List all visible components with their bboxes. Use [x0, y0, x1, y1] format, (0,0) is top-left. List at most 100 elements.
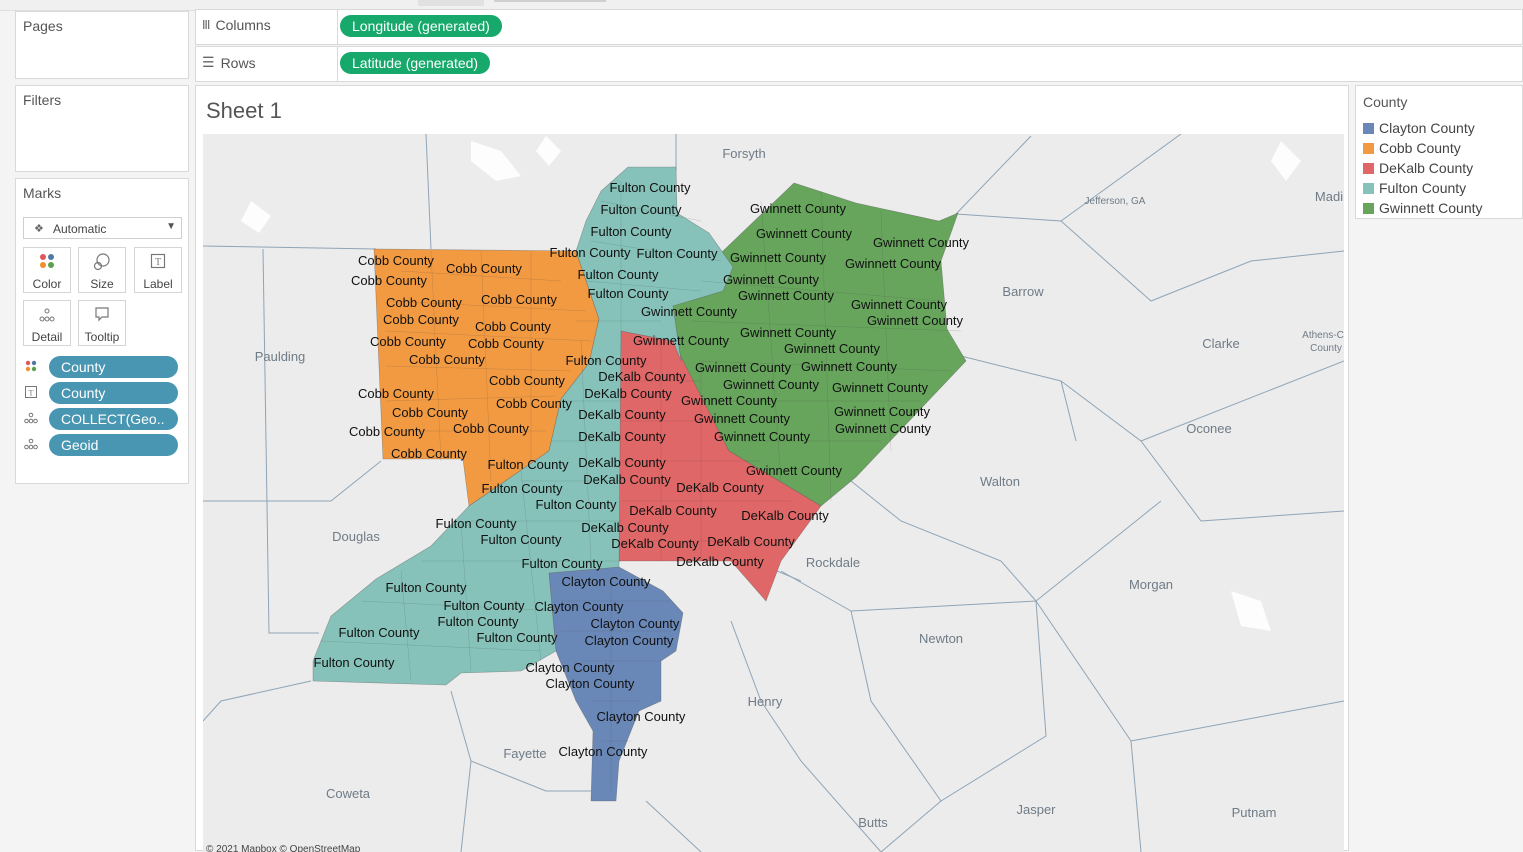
county-label: Fulton County: [339, 625, 420, 640]
legend-label: Cobb County: [1379, 140, 1461, 156]
color-button[interactable]: Color: [23, 247, 71, 293]
county-label: Fulton County: [522, 556, 603, 571]
county-label: Fulton County: [610, 180, 691, 195]
rows-label-text: Rows: [220, 54, 256, 71]
marks-title: Marks: [23, 185, 62, 201]
detail-icon: [23, 438, 39, 452]
county-label: Cobb County: [392, 405, 468, 420]
label-icon: T: [23, 386, 39, 400]
county-label: DeKalb County: [578, 455, 666, 470]
label-icon: T: [135, 253, 181, 275]
county-label: Fulton County: [488, 457, 569, 472]
marks-field-row: Geoid: [23, 434, 183, 456]
county-label: Cobb County: [496, 396, 572, 411]
county-label: Fulton County: [444, 598, 525, 613]
county-label: Fulton County: [477, 630, 558, 645]
county-label: Gwinnett County: [740, 325, 837, 340]
shelf-divider: [337, 47, 338, 81]
county-label: Cobb County: [386, 295, 462, 310]
county-label: Gwinnett County: [835, 421, 932, 436]
county-label: Gwinnett County: [801, 359, 898, 374]
size-button[interactable]: Size: [78, 247, 126, 293]
county-label: Gwinnett County: [873, 235, 970, 250]
county-label: Gwinnett County: [714, 429, 811, 444]
chevron-down-icon: ▼: [166, 221, 176, 232]
county-label: Gwinnett County: [681, 393, 778, 408]
county-label: DeKalb County: [578, 429, 666, 444]
place-label: County: [1310, 343, 1342, 354]
collect-geometry-pill[interactable]: COLLECT(Geo..: [49, 408, 178, 430]
county-label: Clayton County: [559, 744, 648, 759]
county-label: Clayton County: [546, 676, 635, 691]
filters-card[interactable]: Filters: [15, 85, 189, 172]
county-label: Fulton County: [550, 245, 631, 260]
place-label: Rockdale: [806, 555, 860, 570]
place-label: Paulding: [255, 349, 306, 364]
latitude-pill[interactable]: Latitude (generated): [340, 52, 491, 74]
toolbar-tab[interactable]: [418, 0, 484, 6]
county-label: Cobb County: [453, 421, 529, 436]
place-label: Forsyth: [722, 146, 765, 161]
size-icon: [79, 253, 125, 275]
county-label: Fulton County: [481, 532, 562, 547]
county-label: Clayton County: [526, 660, 615, 675]
county-label: Gwinnett County: [738, 288, 835, 303]
tooltip-button[interactable]: Tooltip: [78, 300, 126, 346]
county-label: Fulton County: [536, 497, 617, 512]
place-label: Coweta: [326, 786, 371, 801]
county-label-pill[interactable]: County: [49, 382, 178, 404]
county-label: Fulton County: [588, 286, 669, 301]
county-label: Gwinnett County: [730, 250, 827, 265]
worksheet: Sheet 1 Forsyth Jefferson, GA Madi Barro…: [195, 85, 1349, 852]
label-button-label: Label: [143, 277, 173, 291]
pages-card[interactable]: Pages: [15, 11, 189, 79]
county-label: Gwinnett County: [750, 201, 847, 216]
map-view[interactable]: Forsyth Jefferson, GA Madi Barrow Athens-C Co…: [203, 134, 1344, 852]
county-label: Cobb County: [358, 386, 434, 401]
county-label: DeKalb County: [611, 536, 699, 551]
county-label: Cobb County: [370, 334, 446, 349]
county-label: DeKalb County: [676, 480, 764, 495]
county-label: Gwinnett County: [867, 313, 964, 328]
county-color-pill[interactable]: County: [49, 356, 178, 378]
tooltip-button-label: Tooltip: [84, 330, 120, 344]
place-label: Fayette: [503, 746, 546, 761]
place-label: Walton: [980, 474, 1020, 489]
detail-icon: [24, 306, 70, 328]
county-label: Gwinnett County: [723, 272, 820, 287]
legend-label: Fulton County: [1379, 180, 1467, 196]
place-label: Morgan: [1129, 577, 1173, 592]
sheet-title[interactable]: Sheet 1: [206, 98, 282, 124]
geoid-pill[interactable]: Geoid: [49, 434, 178, 456]
place-label: Athens-C: [1302, 330, 1344, 341]
place-label: Barrow: [1002, 284, 1044, 299]
legend-swatch: [1363, 183, 1374, 194]
county-label: Fulton County: [438, 614, 519, 629]
label-button[interactable]: T Label: [134, 247, 182, 293]
rows-shelf[interactable]: ☰ Rows Latitude (generated): [195, 46, 1523, 82]
county-label: Gwinnett County: [694, 411, 791, 426]
county-label: Fulton County: [482, 481, 563, 496]
legend-label: Gwinnett County: [1379, 200, 1483, 216]
map-canvas[interactable]: Forsyth Jefferson, GA Madi Barrow Athens-C Co…: [203, 134, 1344, 852]
columns-label-text: Columns: [215, 17, 271, 33]
longitude-pill[interactable]: Longitude (generated): [340, 15, 502, 37]
county-label: Gwinnett County: [832, 380, 929, 395]
county-label: DeKalb County: [676, 554, 764, 569]
place-label: Jefferson, GA: [1085, 196, 1146, 207]
county-label: DeKalb County: [581, 520, 669, 535]
mark-type-dropdown[interactable]: ❖ Automatic ▼: [23, 217, 182, 239]
svg-text:T: T: [155, 257, 161, 268]
county-label: DeKalb County: [584, 386, 672, 401]
columns-shelf[interactable]: ⅡⅠ Columns Longitude (generated): [195, 9, 1523, 45]
tooltip-icon: [79, 306, 125, 328]
county-label: Gwinnett County: [756, 226, 853, 241]
county-label: Fulton County: [436, 516, 517, 531]
rows-shelf-label: ☰ Rows: [202, 54, 256, 71]
marks-card: Marks ❖ Automatic ▼ Color Size T Label D…: [15, 178, 189, 484]
legend-label: Clayton County: [1379, 120, 1475, 136]
county-label: Gwinnett County: [695, 360, 792, 375]
county-label: Fulton County: [566, 353, 647, 368]
place-label: Henry: [748, 694, 783, 709]
detail-button[interactable]: Detail: [23, 300, 71, 346]
